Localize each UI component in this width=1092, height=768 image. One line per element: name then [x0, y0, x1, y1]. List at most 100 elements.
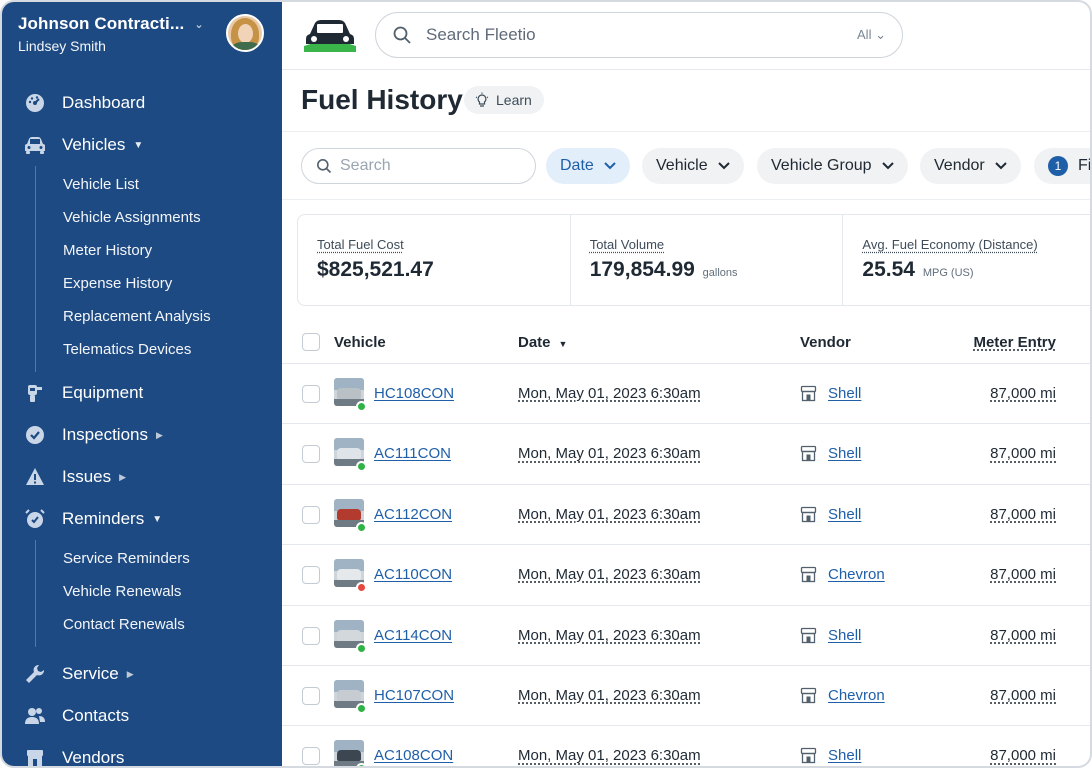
column-header-date[interactable]: Date ▼ — [518, 334, 567, 351]
table-row[interactable]: AC114CON Mon, May 01, 2023 6:30am Shell 87,… — [282, 606, 1090, 666]
sidebar-item-service[interactable]: Service ▶ — [2, 653, 282, 695]
filter-date[interactable]: Date — [546, 148, 630, 184]
fuel-entry-date-link[interactable]: Mon, May 01, 2023 6:30am — [518, 687, 701, 704]
people-icon — [24, 705, 46, 727]
vehicle-link[interactable]: AC114CON — [374, 627, 452, 644]
meter-entry-link[interactable]: 87,000 mi — [990, 385, 1056, 402]
fleetio-logo[interactable] — [300, 16, 360, 52]
sidebar-item-reminders[interactable]: Reminders ▼ — [2, 498, 282, 540]
filter-label: Vendor — [934, 157, 985, 174]
table-row[interactable]: HC108CON Mon, May 01, 2023 6:30am Shell 87,… — [282, 364, 1090, 425]
caret-right-icon: ▶ — [119, 471, 127, 482]
sidebar-item-contacts[interactable]: Contacts — [2, 695, 282, 737]
column-header-meter-entry[interactable]: Meter Entry — [973, 334, 1056, 351]
avatar[interactable] — [226, 14, 264, 52]
status-indicator — [356, 582, 367, 594]
column-header-vendor[interactable]: Vendor — [800, 334, 851, 351]
fuel-entry-date-link[interactable]: Mon, May 01, 2023 6:30am — [518, 747, 701, 764]
caret-down-icon: ▼ — [152, 513, 163, 525]
row-checkbox[interactable] — [302, 566, 320, 585]
sidebar-item-service-reminders[interactable]: Service Reminders — [36, 542, 282, 575]
row-checkbox[interactable] — [302, 686, 320, 705]
chevron-down-icon — [717, 162, 730, 170]
vendor-link[interactable]: Shell — [828, 385, 861, 402]
more-filters-button[interactable]: 1 Filters — [1034, 148, 1090, 184]
meter-entry-link[interactable]: 87,000 mi — [990, 566, 1056, 583]
search-scope-dropdown[interactable]: All ⌄ — [857, 27, 886, 43]
filter-vehicle[interactable]: Vehicle — [642, 148, 744, 184]
sidebar-item-vendors[interactable]: Vendors — [2, 737, 282, 766]
meter-entry-link[interactable]: 87,000 mi — [990, 445, 1056, 462]
select-all-checkbox[interactable] — [302, 333, 320, 351]
vehicle-link[interactable]: AC111CON — [374, 445, 451, 462]
row-checkbox[interactable] — [302, 626, 320, 645]
column-header-vehicle[interactable]: Vehicle — [334, 334, 386, 351]
stat-avg-fuel-economy: Avg. Fuel Economy (Distance) 25.54 MPG (… — [843, 215, 1090, 305]
stat-unit: MPG (US) — [922, 267, 974, 279]
meter-entry-link[interactable]: 87,000 mi — [990, 506, 1056, 523]
account-switcher[interactable]: Johnson Contracti... ⌄ Lindsey Smith — [18, 14, 268, 58]
sidebar-item-label: Vehicles — [62, 135, 126, 154]
sidebar-item-dashboard[interactable]: Dashboard — [2, 82, 282, 124]
chevron-down-icon — [881, 162, 894, 170]
learn-button[interactable]: Learn — [464, 86, 544, 114]
learn-label: Learn — [496, 92, 532, 108]
sidebar-item-contact-renewals[interactable]: Contact Renewals — [36, 608, 282, 641]
meter-entry-link[interactable]: 87,000 mi — [990, 627, 1056, 644]
vendor-link[interactable]: Chevron — [828, 566, 885, 583]
store-icon — [800, 627, 817, 643]
table-row[interactable]: AC108CON Mon, May 01, 2023 6:30am Shell 87,… — [282, 726, 1090, 766]
status-indicator — [356, 461, 367, 473]
search-placeholder: Search Fleetio — [426, 25, 536, 44]
sidebar-item-expense-history[interactable]: Expense History — [36, 267, 282, 300]
fuel-entry-date-link[interactable]: Mon, May 01, 2023 6:30am — [518, 506, 701, 523]
sidebar-item-telematics-devices[interactable]: Telematics Devices — [36, 333, 282, 366]
table-row[interactable]: AC111CON Mon, May 01, 2023 6:30am Shell 87,… — [282, 424, 1090, 485]
meter-entry-link[interactable]: 87,000 mi — [990, 747, 1056, 764]
filter-vendor[interactable]: Vendor — [920, 148, 1021, 184]
sidebar-item-vehicles[interactable]: Vehicles ▼ — [2, 124, 282, 166]
vendor-link[interactable]: Chevron — [828, 687, 885, 704]
fuel-entry-date-link[interactable]: Mon, May 01, 2023 6:30am — [518, 627, 701, 644]
vehicle-link[interactable]: AC108CON — [374, 747, 453, 764]
vehicle-link[interactable]: AC112CON — [374, 506, 452, 523]
row-checkbox[interactable] — [302, 385, 320, 403]
app-window: Johnson Contracti... ⌄ Lindsey Smith Das… — [0, 0, 1092, 768]
table-row[interactable]: AC112CON Mon, May 01, 2023 6:30am Shell 87,… — [282, 485, 1090, 546]
vendor-link[interactable]: Shell — [828, 506, 861, 523]
stat-label: Total Fuel Cost — [317, 237, 404, 252]
sidebar-item-vehicle-assignments[interactable]: Vehicle Assignments — [36, 201, 282, 234]
meter-entry-link[interactable]: 87,000 mi — [990, 687, 1056, 704]
row-checkbox[interactable] — [302, 747, 320, 766]
fuel-entry-date-link[interactable]: Mon, May 01, 2023 6:30am — [518, 445, 701, 462]
chevron-down-icon — [995, 162, 1007, 170]
sidebar-item-vehicle-list[interactable]: Vehicle List — [36, 168, 282, 201]
global-search-input[interactable]: Search Fleetio All ⌄ — [375, 12, 903, 58]
stat-label: Avg. Fuel Economy (Distance) — [862, 237, 1038, 252]
filter-vehicle-group[interactable]: Vehicle Group — [757, 148, 908, 184]
vehicle-link[interactable]: AC110CON — [374, 566, 452, 583]
sidebar-item-inspections[interactable]: Inspections ▶ — [2, 414, 282, 456]
sidebar-item-label: Dashboard — [62, 93, 146, 112]
sidebar-item-vehicle-renewals[interactable]: Vehicle Renewals — [36, 575, 282, 608]
fuel-entry-date-link[interactable]: Mon, May 01, 2023 6:30am — [518, 566, 701, 583]
table-search-input[interactable]: Search — [301, 148, 536, 184]
status-indicator — [356, 763, 367, 766]
sidebar-item-equipment[interactable]: Equipment — [2, 372, 282, 414]
table-row[interactable]: HC107CON Mon, May 01, 2023 6:30am Chevron 8… — [282, 666, 1090, 727]
sidebar-item-replacement-analysis[interactable]: Replacement Analysis — [36, 300, 282, 333]
vehicle-link[interactable]: HC107CON — [374, 687, 454, 704]
fuel-entry-date-link[interactable]: Mon, May 01, 2023 6:30am — [518, 385, 701, 402]
caret-right-icon: ▶ — [156, 429, 163, 440]
store-icon — [800, 687, 817, 704]
row-checkbox[interactable] — [302, 445, 320, 464]
vendor-link[interactable]: Shell — [828, 627, 861, 644]
alarm-icon — [24, 508, 46, 530]
vehicle-link[interactable]: HC108CON — [374, 385, 454, 402]
vendor-link[interactable]: Shell — [828, 445, 861, 462]
sidebar-item-meter-history[interactable]: Meter History — [36, 234, 282, 267]
row-checkbox[interactable] — [302, 505, 320, 524]
sidebar-item-issues[interactable]: Issues ▶ — [2, 456, 282, 498]
vendor-link[interactable]: Shell — [828, 747, 861, 764]
table-row[interactable]: AC110CON Mon, May 01, 2023 6:30am Chevron 8… — [282, 545, 1090, 606]
